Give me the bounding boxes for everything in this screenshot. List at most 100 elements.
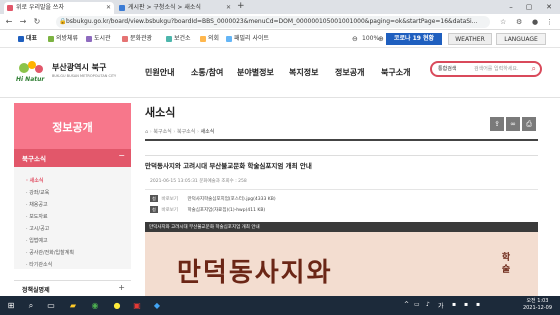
attachment-name[interactable]: 만덕사지학술심포지엄(포스터).jpg(4333 KB)	[187, 197, 275, 202]
search-scope-select[interactable]: 통합검색	[438, 65, 456, 74]
url-text: bsbukgu.go.kr/board/view.bsbukgu?boardId…	[66, 18, 478, 25]
site-icon	[226, 36, 232, 42]
breadcrumb: ⌂ › 북구소식 › 북구소식 › 새소식	[145, 129, 215, 135]
app-tray-icon[interactable]: ▪	[464, 301, 468, 308]
clock-time: 오전 1:03	[526, 298, 549, 304]
zoom-in-icon[interactable]: ⊕	[378, 33, 384, 45]
close-icon[interactable]: ✕	[226, 2, 231, 14]
post-meta: 2021-06-15 13:05:31 문화예술과 조회수 : 258	[150, 179, 247, 184]
tab-label: 위로 우리말을 쓰자	[16, 4, 64, 11]
site-icon	[122, 36, 128, 42]
bookmark-item[interactable]: 의방체류	[48, 34, 78, 44]
zoom-out-icon[interactable]: ⊖	[352, 33, 358, 45]
forward-icon[interactable]: →	[18, 16, 28, 28]
new-tab-icon[interactable]: +	[237, 1, 245, 11]
corona-status-button[interactable]: 코로나 19 현황	[386, 33, 442, 45]
bookmark-item[interactable]: 도시관	[86, 34, 111, 44]
view-link[interactable]: 바로보기	[161, 208, 178, 213]
expand-icon[interactable]: +	[118, 283, 125, 292]
bookmark-item[interactable]: 보건소	[166, 34, 191, 44]
gnb-item[interactable]: 소통/참여	[191, 67, 223, 78]
browser-tab[interactable]: 게시판 > 구청소식 > 새소식 ✕	[116, 2, 234, 14]
language-button[interactable]: LANGUAGE	[496, 33, 546, 45]
share-icon[interactable]: ⇪	[490, 117, 504, 131]
back-icon[interactable]: ←	[4, 16, 14, 28]
home-icon[interactable]: ⌂	[145, 129, 148, 135]
tray-chevron-icon[interactable]: ^	[404, 301, 409, 308]
gnb-item[interactable]: 민원안내	[145, 67, 174, 78]
svg-text:Hi Natur: Hi Natur	[16, 76, 45, 83]
site-icon	[166, 36, 172, 42]
sidebar-section-label: 북구소식	[22, 155, 46, 163]
file-explorer-icon[interactable]: ▰	[66, 299, 80, 312]
attachment-name[interactable]: 학술심포지엄(자료집)(1)-hwp(411 KB)	[187, 208, 265, 213]
gnb-item[interactable]: 복지정보	[289, 67, 318, 78]
reload-icon[interactable]: ↻	[32, 16, 42, 28]
search-input[interactable]: 검색어를 입력하세요.	[474, 65, 519, 74]
site-header: Hi Natur 부산광역시 북구 BUK-GU BUSAN METROPOLI…	[0, 48, 560, 98]
gnb-item[interactable]: 분야별정보	[237, 67, 274, 78]
post-title: 만덕동사지와 고려시대 부산불교문화 학술심포지엄 개최 안내	[145, 162, 312, 170]
chrome-icon[interactable]: ◉	[88, 299, 102, 312]
sidebar-item[interactable]: · 보도자료	[26, 213, 48, 220]
bookmark-item[interactable]: 문화관광	[122, 34, 152, 44]
print-icon[interactable]: ⎙	[522, 117, 536, 131]
kakaotalk-icon[interactable]: ●	[110, 299, 124, 312]
profile-icon[interactable]: ●	[532, 16, 538, 28]
bookmark-item[interactable]: 대표	[18, 34, 37, 44]
browser-tab[interactable]: 위로 우리말을 쓰자 ✕	[4, 2, 114, 14]
sidebar-item[interactable]: · 강좌/교육	[26, 189, 49, 196]
attachment-row: 첨 바로보기 학술심포지엄(자료집)(1)-hwp(411 KB)	[150, 206, 265, 213]
minimize-icon[interactable]: –	[502, 0, 520, 14]
extensions-icon[interactable]: ⚙	[516, 16, 522, 28]
lock-icon: 🔒	[59, 18, 67, 25]
task-view-icon[interactable]: ▭	[44, 299, 58, 312]
site-utility-bar: 대표 의방체류 도시관 문화관광 보건소 의회 패밀리 사이트 ⊖ 100% ⊕…	[0, 30, 560, 48]
weather-button[interactable]: WEATHER	[448, 33, 492, 45]
window-close-icon[interactable]: ✕	[540, 0, 558, 14]
site-name-english: BUK-GU BUSAN METROPOLITAN CITY	[52, 74, 117, 78]
clock-date: 2021-12-09	[522, 305, 552, 311]
app-tray-icon[interactable]: ▪	[452, 301, 456, 308]
app-tray-icon[interactable]: ▪	[476, 301, 480, 308]
maximize-icon[interactable]: ▢	[520, 0, 538, 14]
sidebar-section-header[interactable]: 북구소식 −	[14, 149, 131, 167]
site-icon	[48, 36, 54, 42]
site-name[interactable]: 부산광역시 북구	[52, 62, 106, 73]
star-icon[interactable]: ☆	[500, 16, 506, 28]
close-icon[interactable]: ✕	[106, 2, 111, 14]
bookmark-item[interactable]: 의회	[200, 34, 219, 44]
menu-icon[interactable]: ⋮	[546, 16, 553, 28]
attachment-icon: 첨	[150, 195, 158, 202]
network-icon[interactable]: ▭	[414, 301, 420, 308]
search-box[interactable]: 통합검색 검색어를 입력하세요. ⌕	[430, 61, 542, 77]
sidebar-hero-title: 정보공개	[52, 121, 93, 134]
favicon-icon	[119, 5, 125, 11]
search-icon[interactable]: ⌕	[532, 64, 536, 74]
gnb-item[interactable]: 정보공개	[335, 67, 364, 78]
search-icon[interactable]: ⌕	[24, 299, 38, 312]
sidebar-item[interactable]: · 입법예고	[26, 237, 48, 244]
volume-icon[interactable]: ♪	[426, 301, 430, 308]
app-icon[interactable]: ▣	[130, 299, 144, 312]
site-icon	[86, 36, 92, 42]
link-icon[interactable]: ∞	[506, 117, 520, 131]
taskbar-clock[interactable]: 오전 1:03 2021-12-09	[523, 298, 552, 312]
sidebar-item-news[interactable]: · 새소식	[26, 177, 43, 184]
gnb-item[interactable]: 북구소개	[381, 67, 410, 78]
ime-icon[interactable]: 가	[438, 301, 444, 310]
windows-start-icon[interactable]: ⊞	[4, 299, 18, 312]
bookmark-item[interactable]: 패밀리 사이트	[226, 34, 269, 44]
sidebar-item[interactable]: · 공사관/전화/입찰계획	[26, 249, 74, 256]
app-icon[interactable]: ◆	[150, 299, 164, 312]
site-logo-icon[interactable]: Hi Natur	[14, 58, 50, 86]
divider	[145, 189, 538, 190]
collapse-icon[interactable]: −	[118, 151, 125, 160]
sidebar-item[interactable]: · 타기관소식	[26, 261, 52, 268]
sidebar-section-collapsed[interactable]: 정책실명제 +	[14, 280, 131, 296]
view-link[interactable]: 바로보기	[161, 197, 178, 202]
poster-image: 만덕사지와 고려시대 부산불교문화 학술심포지엄 개최 안내 만덕동사지와 학술	[145, 222, 538, 296]
url-field[interactable]: 🔒 bsbukgu.go.kr/board/view.bsbukgu?board…	[56, 16, 490, 28]
sidebar-item[interactable]: · 채용공고	[26, 201, 48, 208]
sidebar-item[interactable]: · 고시/공고	[26, 225, 49, 232]
